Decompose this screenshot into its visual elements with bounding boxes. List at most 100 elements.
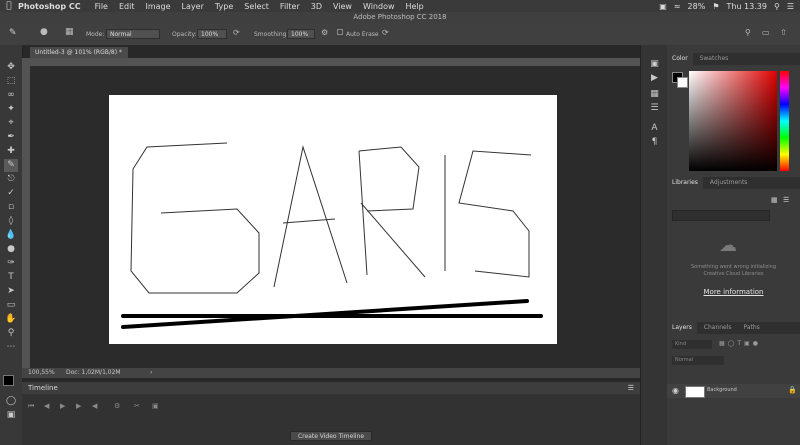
blur-tool-icon[interactable]: 💧 bbox=[4, 229, 18, 242]
zoom-tool-icon[interactable]: ⚲ bbox=[4, 327, 18, 340]
smoothing-input[interactable]: 100% bbox=[287, 29, 315, 39]
auto-erase-checkbox[interactable] bbox=[337, 29, 343, 35]
stamp-tool-icon[interactable]: ⎋ bbox=[4, 173, 18, 186]
tab-adjustments[interactable]: Adjustments bbox=[705, 177, 753, 189]
next-frame-icon[interactable]: ▶ bbox=[76, 402, 81, 410]
eraser-tool-icon[interactable]: ▫ bbox=[4, 201, 18, 214]
audio-icon[interactable]: ◀ bbox=[92, 402, 97, 410]
brush-panel-icon[interactable]: ▦ bbox=[65, 27, 74, 37]
search-icon[interactable]: ⚲ bbox=[745, 28, 751, 37]
tab-swatches[interactable]: Swatches bbox=[695, 53, 734, 65]
menu-image[interactable]: Image bbox=[145, 2, 170, 11]
clock[interactable]: Thu 13.39 bbox=[726, 2, 766, 11]
properties-icon[interactable]: ▦ bbox=[648, 89, 661, 101]
menu-window[interactable]: Window bbox=[363, 2, 395, 11]
tab-color[interactable]: Color bbox=[667, 53, 693, 65]
crop-tool-icon[interactable]: ⌖ bbox=[4, 117, 18, 130]
doc-info[interactable]: Doc: 1,02M/1,02M bbox=[66, 368, 121, 378]
menu-layer[interactable]: Layer bbox=[182, 2, 204, 11]
lasso-tool-icon[interactable]: ∞ bbox=[4, 89, 18, 102]
visibility-eye-icon[interactable]: ◉ bbox=[672, 386, 679, 395]
dodge-tool-icon[interactable]: ● bbox=[4, 243, 18, 256]
pressure-size-icon[interactable]: ⟳ bbox=[382, 28, 389, 37]
document-tab[interactable]: Untitled-3 @ 101% (RGB/8) * bbox=[30, 47, 128, 58]
pen-tool-icon[interactable]: ✑ bbox=[4, 257, 18, 270]
layer-row-background[interactable]: ◉ Background 🔒 bbox=[667, 384, 800, 398]
list-icon[interactable]: ☰ bbox=[787, 2, 794, 11]
actions-icon[interactable]: ▶ bbox=[648, 73, 661, 85]
split-icon[interactable]: ✂ bbox=[134, 402, 140, 410]
menu-help[interactable]: Help bbox=[406, 2, 424, 11]
tab-libraries[interactable]: Libraries bbox=[667, 177, 703, 189]
menu-file[interactable]: File bbox=[95, 2, 108, 11]
workspace-icon[interactable]: ▭ bbox=[762, 28, 770, 37]
flag-icon[interactable]: ⚑ bbox=[712, 2, 719, 11]
menu-select[interactable]: Select bbox=[244, 2, 269, 11]
rectangle-tool-icon[interactable]: ▭ bbox=[4, 299, 18, 312]
settings-icon[interactable]: ⚙ bbox=[114, 402, 120, 410]
share-icon[interactable]: ⇧ bbox=[780, 28, 787, 37]
type-tool-icon[interactable]: T bbox=[4, 271, 18, 284]
screen-icon[interactable]: ▣ bbox=[659, 2, 667, 11]
paint-bucket-icon[interactable]: ◊ bbox=[4, 215, 18, 228]
tab-layers[interactable]: Layers bbox=[667, 322, 697, 334]
menu-edit[interactable]: Edit bbox=[119, 2, 135, 11]
layer-name[interactable]: Background bbox=[707, 387, 737, 393]
layer-filter-icons[interactable]: ▦◯T▣● bbox=[719, 340, 761, 347]
menu-view[interactable]: View bbox=[333, 2, 352, 11]
lock-icon[interactable]: 🔒 bbox=[788, 386, 797, 394]
app-menu[interactable]: Photoshop CC bbox=[18, 2, 81, 11]
bg-color-chip[interactable] bbox=[677, 77, 688, 88]
gear-icon[interactable]: ⚙ bbox=[321, 28, 328, 37]
mode-select[interactable]: Normal bbox=[106, 29, 160, 39]
pencil-tool-icon[interactable]: ✎ bbox=[4, 159, 18, 172]
quick-select-tool-icon[interactable]: ✦ bbox=[4, 103, 18, 116]
hue-slider[interactable] bbox=[780, 71, 789, 171]
grid-view-icon[interactable]: ▦ bbox=[771, 196, 778, 204]
first-frame-icon[interactable]: ⏮ bbox=[28, 402, 34, 411]
history-icon[interactable]: ▣ bbox=[648, 59, 661, 71]
create-video-timeline-button[interactable]: Create Video Timeline bbox=[290, 431, 372, 441]
history-brush-icon[interactable]: ✓ bbox=[4, 187, 18, 200]
screen-mode-icon[interactable]: ▣ bbox=[4, 409, 18, 422]
document-canvas[interactable] bbox=[109, 95, 557, 344]
tab-paths[interactable]: Paths bbox=[738, 322, 764, 334]
foreground-color-swatch[interactable] bbox=[3, 375, 14, 386]
prev-frame-icon[interactable]: ◀ bbox=[44, 402, 49, 410]
paragraph-icon[interactable]: ¶ bbox=[648, 137, 661, 149]
zoom-level[interactable]: 100,55% bbox=[28, 368, 55, 378]
adjust-icon[interactable]: ☰ bbox=[648, 103, 661, 115]
pencil-tool-icon[interactable]: ✎ bbox=[9, 28, 17, 38]
marquee-tool-icon[interactable]: ⬚ bbox=[4, 75, 18, 88]
eyedropper-tool-icon[interactable]: ✒ bbox=[4, 131, 18, 144]
more-tools-icon[interactable]: ⋯ bbox=[4, 341, 18, 354]
search-icon[interactable]: ⚲ bbox=[774, 2, 780, 11]
hand-tool-icon[interactable]: ✋ bbox=[4, 313, 18, 326]
battery-percent[interactable]: 28% bbox=[688, 2, 706, 11]
path-select-icon[interactable]: ➤ bbox=[4, 285, 18, 298]
transition-icon[interactable]: ▣ bbox=[152, 402, 159, 410]
healing-tool-icon[interactable]: ✚ bbox=[4, 145, 18, 158]
color-field[interactable] bbox=[689, 71, 777, 171]
play-icon[interactable]: ▶ bbox=[60, 402, 65, 410]
apple-icon[interactable]:  bbox=[0, 1, 18, 11]
menu-3d[interactable]: 3D bbox=[311, 2, 322, 11]
wifi-icon[interactable]: ≈ bbox=[674, 2, 681, 11]
libraries-search-input[interactable] bbox=[672, 210, 770, 221]
more-information-link[interactable]: More information bbox=[667, 288, 800, 296]
brush-preset-icon[interactable]: ● bbox=[40, 27, 48, 37]
chevron-right-icon[interactable]: › bbox=[150, 368, 152, 378]
blend-mode-select[interactable]: Normal bbox=[672, 356, 724, 365]
pressure-opacity-icon[interactable]: ⟳ bbox=[233, 28, 240, 37]
quick-mask-icon[interactable]: ◯ bbox=[4, 395, 18, 408]
move-tool-icon[interactable]: ✥ bbox=[4, 61, 18, 74]
menu-filter[interactable]: Filter bbox=[280, 2, 300, 11]
panel-menu-icon[interactable]: ☰ bbox=[628, 382, 634, 394]
timeline-title[interactable]: Timeline bbox=[28, 384, 58, 392]
vertical-ruler[interactable] bbox=[22, 58, 30, 368]
layer-filter-select[interactable]: Kind bbox=[672, 340, 712, 349]
tab-channels[interactable]: Channels bbox=[699, 322, 737, 334]
opacity-input[interactable]: 100% bbox=[197, 29, 227, 39]
character-icon[interactable]: A bbox=[648, 123, 661, 135]
menu-type[interactable]: Type bbox=[215, 2, 233, 11]
